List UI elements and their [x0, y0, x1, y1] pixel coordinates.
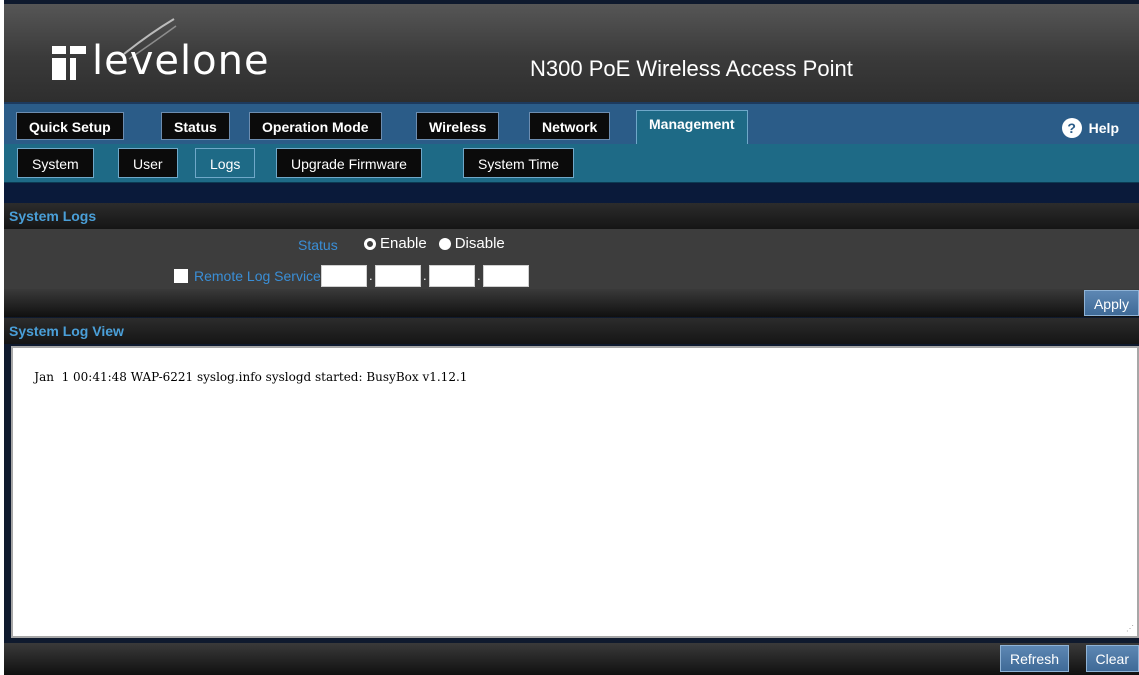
- sub-nav: System User Logs Upgrade Firmware System…: [4, 144, 1139, 183]
- tab-quick-setup[interactable]: Quick Setup: [16, 112, 124, 140]
- resize-grip-icon[interactable]: ⋰: [1126, 625, 1134, 633]
- product-title: N300 PoE Wireless Access Point: [530, 56, 853, 81]
- clear-button[interactable]: Clear: [1085, 645, 1139, 672]
- enable-radio[interactable]: [364, 237, 376, 250]
- subtab-user[interactable]: User: [118, 148, 178, 178]
- help-icon: ?: [1061, 118, 1082, 138]
- tab-wireless[interactable]: Wireless: [416, 112, 500, 140]
- remote-ip-octet-4[interactable]: [482, 265, 529, 287]
- system-logs-form: Status Enable Disable Remote Log Service…: [4, 229, 1139, 289]
- tab-operation-mode[interactable]: Operation Mode: [249, 112, 382, 140]
- ip-dot: .: [477, 268, 481, 283]
- app-frame: levelone N300 PoE Wireless Access Point …: [4, 0, 1139, 675]
- system-log-view-heading: System Log View: [4, 318, 1139, 344]
- tab-status[interactable]: Status: [161, 112, 230, 140]
- header: levelone N300 PoE Wireless Access Point: [4, 4, 1139, 102]
- remote-ip-octet-1[interactable]: [320, 265, 367, 287]
- disable-label: Disable: [454, 235, 505, 252]
- remote-ip-octet-3[interactable]: [428, 265, 475, 287]
- log-actions-bar: Refresh Clear: [4, 643, 1139, 675]
- remote-log-row: Remote Log Service . . .: [174, 264, 529, 288]
- help-label: Help: [1088, 120, 1119, 136]
- log-textarea[interactable]: Jan 1 00:41:48 WAP-6221 syslog.info sysl…: [11, 346, 1139, 638]
- ip-dot: .: [423, 268, 427, 283]
- subtab-system-time[interactable]: System Time: [463, 148, 574, 178]
- remote-log-checkbox[interactable]: [174, 269, 188, 283]
- separator-band: [4, 183, 1139, 203]
- refresh-button[interactable]: Refresh: [999, 645, 1069, 672]
- top-nav: Quick Setup Status Operation Mode Wirele…: [4, 102, 1139, 146]
- remote-log-label: Remote Log Service: [194, 268, 321, 284]
- apply-button[interactable]: Apply: [1083, 290, 1139, 316]
- status-label: Status: [298, 237, 338, 253]
- enable-label: Enable: [380, 235, 427, 252]
- ip-dot: .: [369, 268, 373, 283]
- disable-radio[interactable]: [438, 237, 451, 250]
- apply-bar: Apply: [4, 289, 1139, 317]
- tab-network[interactable]: Network: [529, 112, 611, 140]
- log-content: Jan 1 00:41:48 WAP-6221 syslog.info sysl…: [34, 370, 468, 384]
- system-logs-heading: System Logs: [4, 203, 1139, 229]
- subtab-logs[interactable]: Logs: [195, 148, 256, 178]
- status-radio-group: Enable Disable: [364, 235, 505, 252]
- subtab-upgrade-firmware[interactable]: Upgrade Firmware: [276, 148, 422, 178]
- logo-icon: [52, 46, 86, 80]
- help-link[interactable]: ? Help: [1061, 118, 1119, 138]
- brand-logo: levelone: [92, 38, 270, 84]
- subtab-system[interactable]: System: [17, 148, 94, 178]
- remote-ip-octet-2[interactable]: [374, 265, 421, 287]
- tab-management[interactable]: Management: [636, 110, 748, 146]
